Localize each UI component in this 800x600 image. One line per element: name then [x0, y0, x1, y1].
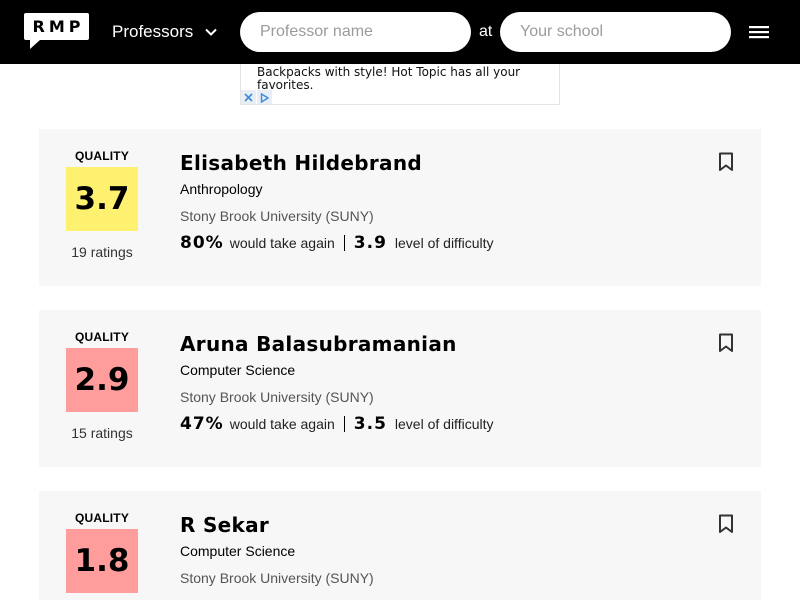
- adchoices-icon[interactable]: [257, 90, 272, 104]
- quality-score: 1.8: [66, 529, 138, 593]
- difficulty-value: 3.9: [353, 233, 387, 253]
- school-name: Stony Brook University (SUNY): [180, 389, 374, 405]
- ad-controls: [241, 90, 273, 104]
- professor-name: R Sekar: [180, 513, 270, 537]
- stats-divider: [343, 416, 345, 432]
- professor-card[interactable]: QUALITY 3.7 19 ratings Elisabeth Hildebr…: [39, 129, 761, 286]
- would-take-again-label: would take again: [229, 235, 335, 251]
- ad-banner[interactable]: Backpacks with style! Hot Topic has all …: [240, 64, 560, 105]
- logo-text: RMP: [32, 17, 85, 36]
- professor-info: R Sekar Computer Science Stony Brook Uni…: [180, 513, 680, 587]
- ratings-count: 19 ratings: [71, 244, 133, 260]
- ad-text: Backpacks with style! Hot Topic has all …: [257, 65, 521, 92]
- logo-box: RMP: [24, 13, 89, 40]
- would-take-again-label: would take again: [229, 416, 335, 432]
- quality-score: 3.7: [66, 167, 138, 231]
- professor-card[interactable]: QUALITY 2.9 15 ratings Aruna Balasubrama…: [39, 310, 761, 467]
- professor-info: Elisabeth Hildebrand Anthropology Stony …: [180, 151, 680, 253]
- ad-close-icon[interactable]: [241, 90, 256, 104]
- difficulty-label: level of difficulty: [394, 235, 494, 251]
- bookmark-icon[interactable]: [718, 514, 734, 534]
- search-type-dropdown[interactable]: Professors: [112, 20, 217, 44]
- chevron-down-icon: [205, 28, 217, 36]
- stats-row: 80% would take again 3.9 level of diffic…: [180, 233, 680, 253]
- department: Computer Science: [180, 362, 296, 378]
- top-nav-bar: RMP Professors at: [0, 0, 800, 64]
- bookmark-icon[interactable]: [718, 152, 734, 172]
- professor-name: Elisabeth Hildebrand: [180, 151, 422, 175]
- school-name: Stony Brook University (SUNY): [180, 570, 374, 586]
- quality-column: QUALITY 3.7 19 ratings: [65, 149, 139, 260]
- school-name: Stony Brook University (SUNY): [180, 208, 374, 224]
- logo-speech-tail: [30, 40, 40, 49]
- quality-label: QUALITY: [74, 149, 130, 163]
- bookmark-icon[interactable]: [718, 333, 734, 353]
- professor-name-input[interactable]: [240, 12, 471, 52]
- rmp-logo[interactable]: RMP: [24, 13, 89, 49]
- stats-row: 47% would take again 3.5 level of diffic…: [180, 414, 680, 434]
- difficulty-label: level of difficulty: [394, 416, 494, 432]
- search-type-label: Professors: [112, 22, 194, 41]
- would-take-again-value: 80%: [180, 233, 224, 253]
- department: Computer Science: [180, 543, 296, 559]
- would-take-again-value: 47%: [180, 414, 224, 434]
- professor-card[interactable]: QUALITY 1.8 R Sekar Computer Science Sto…: [39, 491, 761, 600]
- ratings-count: 15 ratings: [71, 425, 133, 441]
- quality-column: QUALITY 1.8: [65, 511, 139, 593]
- at-label: at: [479, 23, 493, 40]
- quality-label: QUALITY: [74, 511, 130, 525]
- hamburger-menu-icon[interactable]: [748, 22, 770, 42]
- school-input[interactable]: [500, 12, 731, 52]
- department: Anthropology: [180, 181, 263, 197]
- professor-info: Aruna Balasubramanian Computer Science S…: [180, 332, 680, 434]
- difficulty-value: 3.5: [353, 414, 387, 434]
- professor-name: Aruna Balasubramanian: [180, 332, 457, 356]
- quality-label: QUALITY: [74, 330, 130, 344]
- quality-score: 2.9: [66, 348, 138, 412]
- quality-column: QUALITY 2.9 15 ratings: [65, 330, 139, 441]
- stats-divider: [343, 235, 345, 251]
